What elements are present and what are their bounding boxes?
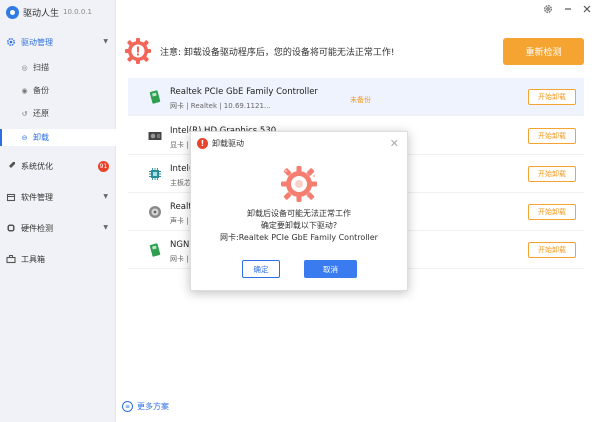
minimize-icon[interactable] (562, 3, 574, 15)
nav-driver-management[interactable]: 驱动管理 ▼ (0, 33, 116, 51)
nav-label: 软件管理 (21, 192, 53, 202)
start-uninstall-button[interactable]: 开始卸载 (528, 204, 576, 220)
network-card-icon (149, 243, 161, 257)
box-icon (6, 192, 16, 202)
uninstall-icon: ⊖ (21, 133, 28, 142)
nav-label: 驱动管理 (21, 37, 53, 47)
nav-sub-label: 还原 (33, 109, 49, 118)
dialog-question: 确定要卸载以下驱动? (260, 221, 338, 230)
settings-icon[interactable] (542, 3, 554, 15)
nav-sub-uninstall[interactable]: ⊖ 卸载 (0, 129, 116, 146)
start-uninstall-button[interactable]: 开始卸载 (528, 128, 576, 144)
nav-sub-restore[interactable]: ↺ 还原 (0, 105, 116, 122)
nav-toolbox[interactable]: 工具箱 (0, 250, 116, 268)
scan-icon: ◎ (21, 63, 28, 72)
solutions-icon: ≡ (122, 401, 133, 412)
gear-warning-icon (281, 166, 317, 202)
cancel-button[interactable]: 取消 (304, 260, 357, 278)
nav-sub-scan[interactable]: ◎ 扫描 (0, 59, 116, 76)
app-name: 驱动人生 (23, 8, 60, 19)
warning-notice: 注意: 卸载设备驱动程序后，您的设备将可能无法正常工作! (160, 48, 395, 58)
chevron-down-icon: ▼ (103, 38, 108, 45)
app-title: 驱动人生 10.0.0.1 (6, 4, 92, 20)
chevron-down-icon: ▼ (103, 193, 108, 200)
nav-sub-backup[interactable]: ◉ 备份 (0, 82, 116, 99)
notification-badge: 91 (98, 161, 109, 172)
close-icon[interactable] (581, 3, 593, 15)
close-icon[interactable]: ✕ (390, 137, 399, 150)
nav-sub-label: 扫描 (33, 63, 49, 72)
toolbox-icon (6, 254, 16, 264)
app-logo-icon (6, 5, 19, 19)
restore-icon: ↺ (21, 109, 28, 118)
chevron-down-icon: ▼ (103, 224, 108, 231)
nav-sub-label: 卸载 (33, 133, 49, 142)
driver-meta: 网卡 | Realtek | 10.69.1121... (170, 102, 271, 110)
nav-software-management[interactable]: 软件管理 ▼ (0, 188, 116, 206)
sidebar: 驱动人生 10.0.0.1 驱动管理 ▼ ◎ 扫描 ◉ 备份 ↺ 还原 ⊖ 卸载… (0, 0, 116, 422)
dialog-driver-name: 网卡:Realtek PCIe GbE Family Controller (220, 233, 378, 242)
more-solutions-label: 更多方案 (137, 402, 169, 411)
rocket-icon (6, 161, 16, 171)
hardware-icon (6, 223, 16, 233)
warning-icon: ! (197, 137, 208, 149)
dialog-header: ! 卸载驱动 (191, 132, 407, 154)
gear-icon (6, 37, 16, 47)
uninstall-dialog: ! 卸载驱动 ✕ 卸载后设备可能无法正常工作 确定要卸载以下驱动? 网卡:Rea… (190, 131, 408, 291)
nav-system-optimize[interactable]: 系统优化 91 (0, 157, 116, 175)
driver-name: Realtek PCIe GbE Family Controller (170, 87, 318, 97)
backup-status: 未备份 (350, 96, 371, 104)
nav-label: 硬件检测 (21, 223, 53, 233)
start-uninstall-button[interactable]: 开始卸载 (528, 166, 576, 182)
warning-gear-icon (125, 38, 151, 64)
graphics-card-icon (148, 132, 162, 140)
chipset-icon (149, 168, 161, 180)
app-version: 10.0.0.1 (63, 8, 92, 16)
nav-hardware-detection[interactable]: 硬件检测 ▼ (0, 219, 116, 237)
dialog-message: 卸载后设备可能无法正常工作 (247, 209, 351, 218)
nav-label: 系统优化 (21, 161, 53, 171)
nav-sub-label: 备份 (33, 86, 49, 95)
start-uninstall-button[interactable]: 开始卸载 (528, 242, 576, 258)
recheck-button[interactable]: 重新检测 (503, 38, 584, 65)
backup-icon: ◉ (21, 86, 28, 95)
nav-label: 工具箱 (21, 254, 45, 264)
more-solutions-link[interactable]: ≡ 更多方案 (122, 401, 169, 412)
network-card-icon (149, 90, 161, 104)
start-uninstall-button[interactable]: 开始卸载 (528, 89, 576, 105)
dialog-title: 卸载驱动 (212, 138, 244, 148)
confirm-button[interactable]: 确定 (242, 260, 280, 278)
audio-icon (149, 206, 161, 218)
driver-row[interactable]: Realtek PCIe GbE Family Controller 网卡 | … (128, 78, 584, 116)
